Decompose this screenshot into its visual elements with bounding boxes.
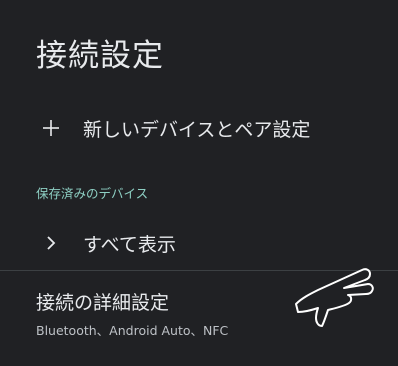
connection-preferences-title: 接続の詳細設定 xyxy=(36,292,170,314)
plus-icon xyxy=(40,117,62,139)
see-all-label: すべて表示 xyxy=(83,233,176,256)
page-title: 接続設定 xyxy=(36,38,164,74)
chevron-right-icon xyxy=(40,232,62,254)
see-all-item[interactable]: すべて表示 xyxy=(0,221,398,265)
saved-devices-header: 保存済みのデバイス xyxy=(36,186,149,201)
pair-new-device-label: 新しいデバイスとペア設定 xyxy=(83,118,311,141)
pair-new-device-item[interactable]: 新しいデバイスとペア設定 xyxy=(0,106,398,150)
connection-preferences-summary: Bluetooth、Android Auto、NFC xyxy=(36,323,229,338)
connected-devices-screen: 接続設定 新しいデバイスとペア設定 保存済みのデバイス すべて表示 接続の詳細設… xyxy=(0,0,398,366)
pointing-hand-icon xyxy=(292,264,378,330)
